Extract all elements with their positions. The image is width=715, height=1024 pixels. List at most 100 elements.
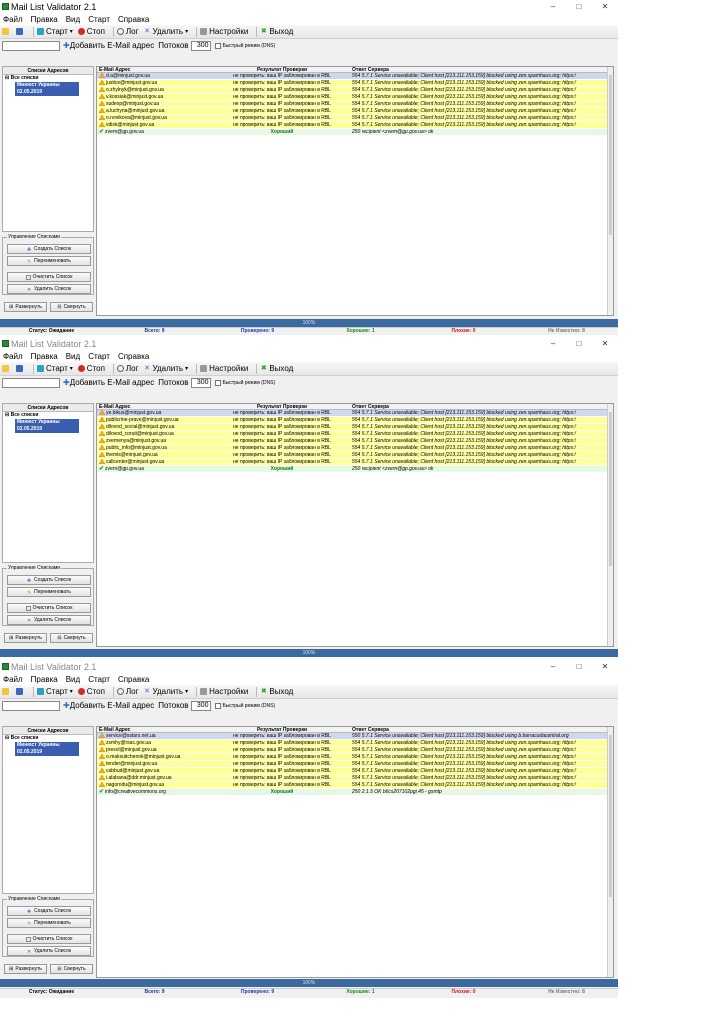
exit-button[interactable]: ✖ Выход [260,687,293,696]
table-row[interactable]: publicrine-pravo@minjust.gov.ua не провер… [97,417,613,424]
add-email-button[interactable]: ✚Добавить E-Mail адрес [63,378,154,387]
table-row[interactable]: public_info@minjust.gov.ua не проверить: … [97,445,613,452]
exit-button[interactable]: ✖ Выход [260,364,293,373]
clear-list-button[interactable]: Очистить Список [7,603,91,613]
collapse-button[interactable]: ⊟ Свернуть [50,302,93,312]
table-row[interactable]: service@sstars.net.ua не проверить: ваш I… [97,733,613,740]
col-response[interactable]: Ответ Сервера [350,404,613,409]
table-row[interactable]: sudexp@minjust.gov.ua не проверить: ваш I… [97,101,613,108]
settings-button[interactable]: Настройки [200,364,248,373]
threads-stepper[interactable]: 300 [190,700,211,711]
scrollbar-thumb[interactable] [609,75,612,235]
table-row[interactable]: callcenter@minjust.gov.ua не проверить: в… [97,459,613,466]
threads-stepper[interactable]: 300 [190,377,211,388]
col-response[interactable]: Ответ Сервера [350,727,613,732]
open-button[interactable] [2,365,11,372]
settings-button[interactable]: Настройки [200,687,248,696]
menu-file[interactable]: Файл [3,15,23,24]
stop-button[interactable]: Стоп [77,687,105,696]
col-email[interactable]: E-Mail Адрес [97,727,214,732]
table-row[interactable]: o.novikova@minjust.gov.ua не проверить: в… [97,115,613,122]
stop-button[interactable]: Стоп [77,364,105,373]
minimize-button[interactable]: – [540,339,566,348]
scrollbar-thumb[interactable] [609,412,612,566]
expand-button[interactable]: ⊞ Развернуть [4,302,47,312]
menu-edit[interactable]: Правка [31,15,58,24]
email-input[interactable] [2,40,60,51]
add-email-button[interactable]: ✚Добавить E-Mail адрес [63,41,154,50]
results-grid[interactable]: E-Mail Адрес Результат Проверки Ответ Се… [96,403,614,647]
col-result[interactable]: Результат Проверки [214,727,350,732]
col-email[interactable]: E-Mail Адрес [97,404,214,409]
log-button[interactable]: Лог [116,27,139,36]
table-row[interactable]: o.maksutichenok@minjust.gov.ua не провери… [97,754,613,761]
add-email-button[interactable]: ✚Добавить E-Mail адрес [63,701,154,710]
vertical-scrollbar[interactable] [607,727,613,977]
tree-list-node[interactable]: Минюст Украины 02.05.2019 [15,742,79,756]
maximize-button[interactable]: □ [566,662,592,671]
threads-stepper[interactable]: 300 [190,40,211,51]
table-row[interactable]: zsmhy@rsac.gov.ua не проверить: ваш IP за… [97,740,613,747]
table-row[interactable]: tender@minjust.gov.ua не проверить: ваш I… [97,761,613,768]
table-row[interactable]: vdisk@minjust.gov.ua не проверить: ваш IP… [97,122,613,129]
start-button[interactable]: Старт ▾ [37,687,73,696]
rename-list-button[interactable]: ✎ Переименовать [7,918,91,928]
tree-root-node[interactable]: ⊟ Все списки [3,412,93,419]
tree-root-node[interactable]: ⊟ Все списки [3,75,93,82]
address-lists-tree[interactable]: Списки Адресов ⊟ Все списки Минюст Украи… [2,66,94,232]
table-row[interactable]: a.luchyna@minjust.gov.ua не проверить: ва… [97,108,613,115]
table-row[interactable]: ✔zvern@gp.gov.ua Хороший 250 recipient <zv… [97,466,613,473]
delete-button[interactable]: ✕ Удалить ▾ [144,364,188,373]
expand-button[interactable]: ⊞ Развернуть [4,633,47,643]
menu-view[interactable]: Вид [66,352,80,361]
table-row[interactable]: presol@minjust.gov.ua не проверить: ваш I… [97,747,613,754]
address-lists-tree[interactable]: Списки Адресов ⊟ Все списки Минюст Украи… [2,726,94,894]
collapse-button[interactable]: ⊟ Свернуть [50,964,93,974]
fast-mode-checkbox[interactable] [214,42,221,49]
menu-help[interactable]: Справка [118,675,149,684]
table-row[interactable]: v.kossiak@minjust.gov.ua не проверить: ва… [97,94,613,101]
fast-mode-checkbox[interactable] [214,702,221,709]
stop-button[interactable]: Стоп [77,27,105,36]
close-button[interactable]: ✕ [592,662,618,671]
tree-list-node[interactable]: Минюст Украины 02.05.2019 [15,82,79,96]
delete-list-button[interactable]: ✕ Удалить Список [7,615,91,625]
settings-button[interactable]: Настройки [200,27,248,36]
collapse-button[interactable]: ⊟ Свернуть [50,633,93,643]
create-list-button[interactable]: ✚ Создать Список [7,244,91,254]
table-row[interactable]: i.alabana@ddr.minjust.gov.ua не проверить… [97,775,613,782]
menu-file[interactable]: Файл [3,352,23,361]
scrollbar-thumb[interactable] [609,735,612,897]
create-list-button[interactable]: ✚ Создать Список [7,906,91,916]
col-response[interactable]: Ответ Сервера [350,67,613,72]
table-row[interactable]: dilovod_coruti@minjust.gov.ua не проверит… [97,431,613,438]
minimize-button[interactable]: – [540,662,566,671]
col-result[interactable]: Результат Проверки [214,404,350,409]
menu-start[interactable]: Старт [88,675,110,684]
vertical-scrollbar[interactable] [607,404,613,646]
col-result[interactable]: Результат Проверки [214,67,350,72]
log-button[interactable]: Лог [116,687,139,696]
table-row[interactable]: ye.bikus@minjust.gov.ua не проверить: ваш… [97,410,613,417]
menu-edit[interactable]: Правка [31,352,58,361]
address-lists-tree[interactable]: Списки Адресов ⊟ Все списки Минюст Украи… [2,403,94,563]
expand-button[interactable]: ⊞ Развернуть [4,964,47,974]
maximize-button[interactable]: □ [566,339,592,348]
save-button[interactable] [16,28,25,35]
delete-button[interactable]: ✕ Удалить ▾ [144,27,188,36]
rename-list-button[interactable]: ✎ Переименовать [7,256,91,266]
table-row[interactable]: nagorodu@minjust.gov.ua не проверить: ваш… [97,782,613,789]
tree-root-node[interactable]: ⊟ Все списки [3,735,93,742]
menu-help[interactable]: Справка [118,352,149,361]
table-row[interactable]: themis@minjust.gov.ua не проверить: ваш I… [97,452,613,459]
results-grid[interactable]: E-Mail Адрес Результат Проверки Ответ Се… [96,66,614,316]
open-button[interactable] [2,688,11,695]
vertical-scrollbar[interactable] [607,67,613,315]
create-list-button[interactable]: ✚ Создать Список [7,575,91,585]
exit-button[interactable]: ✖ Выход [260,27,293,36]
menu-start[interactable]: Старт [88,15,110,24]
table-row[interactable]: o.zhylnyk@minjust.gov.ua не проверить: ва… [97,87,613,94]
table-row[interactable]: zvernenya@minjust.gov.ua не проверить: ва… [97,438,613,445]
menu-view[interactable]: Вид [66,675,80,684]
col-email[interactable]: E-Mail Адрес [97,67,214,72]
